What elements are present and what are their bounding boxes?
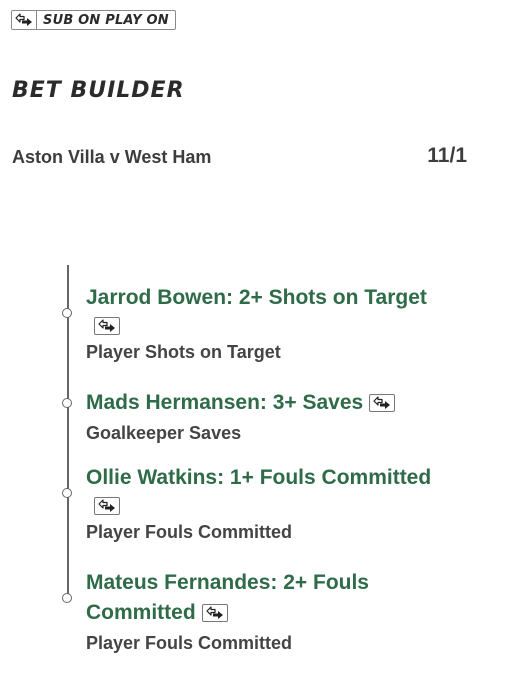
timeline-node bbox=[62, 488, 72, 498]
swap-arrows-icon[interactable] bbox=[201, 604, 228, 623]
timeline-node bbox=[62, 308, 72, 318]
timeline-node bbox=[62, 593, 72, 603]
swap-arrows-icon[interactable] bbox=[369, 394, 396, 413]
bet-leg: Ollie Watkins: 1+ Fouls Committed Player… bbox=[86, 463, 486, 547]
leg-selection: Mateus Fernandes: 2+ Fouls Committed bbox=[86, 571, 369, 624]
leg-selection: Mads Hermansen: 3+ Saves bbox=[86, 388, 486, 418]
match-name: Aston Villa v West Ham bbox=[12, 147, 212, 167]
swap-arrows-icon[interactable] bbox=[94, 317, 120, 335]
swap-arrows-icon bbox=[12, 11, 37, 29]
sub-on-play-on-badge: SUB ON PLAY ON bbox=[11, 10, 176, 30]
timeline-node bbox=[62, 398, 72, 408]
leg-market: Player Fouls Committed bbox=[86, 522, 293, 542]
odds-value: 11/1 bbox=[427, 144, 467, 167]
leg-market: Player Fouls Committed bbox=[86, 633, 293, 653]
bet-leg: Mads Hermansen: 3+ Saves Goalkeeper Save… bbox=[86, 388, 486, 448]
bet-leg: Mateus Fernandes: 2+ Fouls Committed Pla… bbox=[86, 568, 486, 658]
leg-selection: Ollie Watkins: 1+ Fouls Committed bbox=[86, 466, 432, 489]
bet-leg: Jarrod Bowen: 2+ Shots on Target Player … bbox=[86, 283, 486, 367]
leg-selection: Jarrod Bowen: 2+ Shots on Target bbox=[86, 286, 427, 309]
sub-on-play-on-label: SUB ON PLAY ON bbox=[43, 12, 169, 28]
leg-market: Goalkeeper Saves bbox=[86, 423, 242, 443]
swap-arrows-icon[interactable] bbox=[94, 497, 120, 515]
page-title: BET BUILDER bbox=[12, 78, 185, 103]
leg-market: Player Shots on Target bbox=[86, 342, 281, 362]
